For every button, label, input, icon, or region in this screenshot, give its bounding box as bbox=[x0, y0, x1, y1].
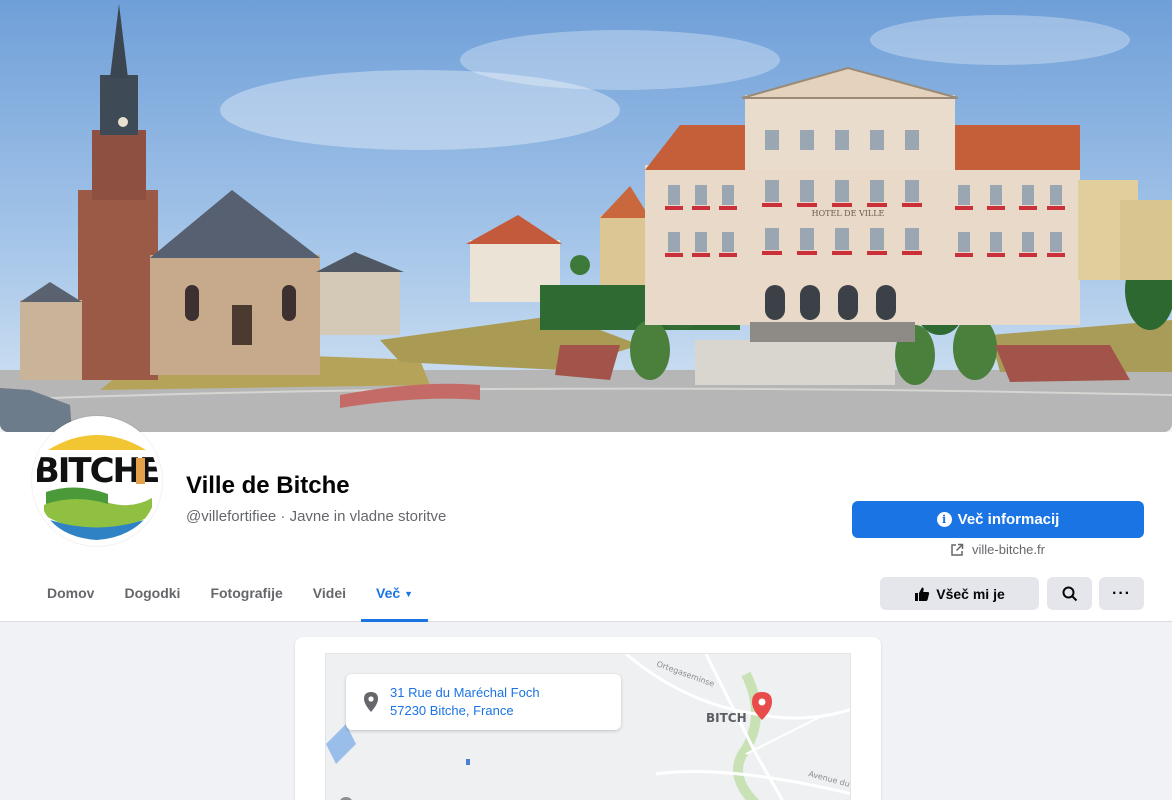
thumbs-up-icon bbox=[915, 587, 930, 601]
location-card: Ortegaseminse Avenue du BITCH i 31 Rue d… bbox=[295, 637, 881, 800]
page-title: Ville de Bitche bbox=[186, 472, 350, 499]
building-sign: HOTEL DE VILLE bbox=[812, 209, 885, 218]
tab-videi[interactable]: Videi bbox=[298, 572, 361, 622]
location-pin-icon bbox=[364, 692, 378, 712]
page-handle-category: @villefortifiee · Javne in vladne storit… bbox=[186, 508, 447, 525]
more-options-button[interactable]: ··· bbox=[1099, 577, 1144, 610]
like-label: Všeč mi je bbox=[936, 585, 1005, 602]
info-icon: i bbox=[936, 512, 952, 527]
website-link[interactable]: ville-bitche.fr bbox=[950, 542, 1045, 557]
bitche-logo-icon: BITCHE bbox=[36, 420, 158, 542]
tab-vec[interactable]: Več ▼ bbox=[361, 572, 429, 622]
page-tabs: Domov Dogodki Fotografije Videi Več ▼ bbox=[32, 572, 429, 622]
tab-label: Fotografije bbox=[210, 585, 283, 601]
search-button[interactable] bbox=[1047, 577, 1092, 610]
tab-label: Videi bbox=[312, 585, 346, 601]
external-link-icon bbox=[951, 543, 964, 556]
cover-image: HOTEL DE VILLE bbox=[0, 0, 1172, 432]
search-icon bbox=[1062, 586, 1077, 601]
tab-domov[interactable]: Domov bbox=[32, 572, 109, 622]
tab-label: Več bbox=[376, 585, 401, 601]
website-text: ville-bitche.fr bbox=[972, 542, 1045, 557]
tab-dogodki[interactable]: Dogodki bbox=[109, 572, 195, 622]
more-info-button[interactable]: i Več informacij bbox=[852, 501, 1144, 538]
tab-label: Dogodki bbox=[124, 585, 181, 601]
address-line-1: 31 Rue du Maréchal Foch bbox=[390, 685, 540, 700]
tab-fotografije[interactable]: Fotografije bbox=[195, 572, 297, 622]
tab-label: Domov bbox=[47, 585, 95, 601]
like-button[interactable]: Všeč mi je bbox=[880, 577, 1039, 610]
more-icon: ··· bbox=[1112, 584, 1131, 602]
address-text: 31 Rue du Maréchal Foch 57230 Bitche, Fr… bbox=[390, 684, 540, 720]
address-line-2: 57230 Bitche, France bbox=[390, 703, 514, 718]
cover-photo[interactable]: HOTEL DE VILLE bbox=[0, 0, 1172, 432]
map-town-label: BITCH bbox=[706, 711, 747, 725]
more-info-label: Več informacij bbox=[957, 511, 1060, 528]
map[interactable]: Ortegaseminse Avenue du BITCH i 31 Rue d… bbox=[325, 653, 851, 800]
page-logo[interactable]: BITCHE bbox=[32, 416, 162, 546]
address-box[interactable]: 31 Rue du Maréchal Foch 57230 Bitche, Fr… bbox=[346, 674, 621, 730]
caret-down-icon: ▼ bbox=[404, 589, 414, 600]
